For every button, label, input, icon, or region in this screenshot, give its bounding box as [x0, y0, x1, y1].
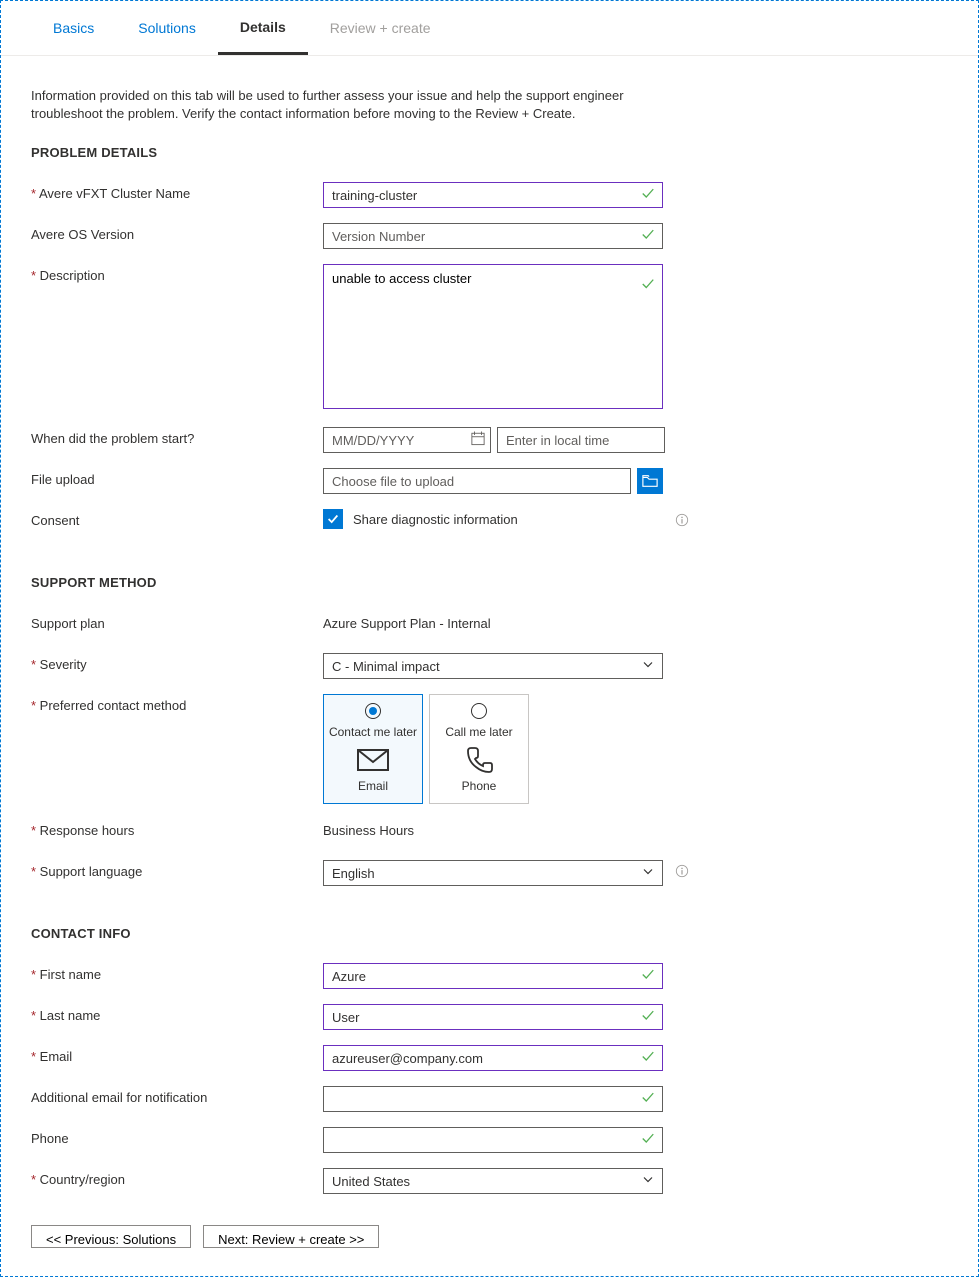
problem-details-title: PROBLEM DETAILS — [31, 145, 948, 160]
support-plan-label: Support plan — [31, 612, 323, 631]
country-select[interactable]: United States — [323, 1168, 663, 1194]
description-textarea[interactable]: unable to access cluster — [323, 264, 663, 409]
first-name-label: First name — [31, 963, 323, 982]
time-input[interactable] — [497, 427, 665, 453]
country-label: Country/region — [31, 1168, 323, 1187]
country-value: United States — [332, 1174, 410, 1189]
description-label: Description — [31, 264, 323, 283]
contact-method-phone-card[interactable]: Call me later Phone — [429, 694, 529, 804]
support-plan-value: Azure Support Plan - Internal — [323, 612, 491, 631]
support-language-value: English — [332, 866, 375, 881]
section-support-method: SUPPORT METHOD Support plan Azure Suppor… — [31, 575, 948, 886]
response-hours-value: Business Hours — [323, 819, 414, 838]
folder-icon — [642, 474, 658, 488]
support-language-label: Support language — [31, 860, 323, 879]
info-icon[interactable] — [675, 864, 689, 881]
radio-email — [365, 703, 381, 719]
intro-text: Information provided on this tab will be… — [31, 87, 631, 123]
cluster-name-label: Avere vFXT Cluster Name — [31, 182, 323, 201]
additional-email-input[interactable] — [323, 1086, 663, 1112]
preferred-contact-label: Preferred contact method — [31, 694, 323, 713]
previous-button[interactable]: << Previous: Solutions — [31, 1225, 191, 1248]
section-contact-info: CONTACT INFO First name Last name Email — [31, 926, 948, 1196]
next-button[interactable]: Next: Review + create >> — [203, 1225, 379, 1248]
severity-value: C - Minimal impact — [332, 659, 440, 674]
when-label: When did the problem start? — [31, 427, 323, 446]
severity-label: Severity — [31, 653, 323, 672]
email-icon — [328, 745, 418, 775]
file-upload-field[interactable]: Choose file to upload — [323, 468, 631, 494]
details-form-scroll[interactable]: Information provided on this tab will be… — [1, 57, 978, 1196]
contact-info-title: CONTACT INFO — [31, 926, 948, 941]
phone-icon — [434, 745, 524, 775]
card-email-top: Contact me later — [328, 725, 418, 739]
severity-select[interactable]: C - Minimal impact — [323, 653, 663, 679]
tab-details[interactable]: Details — [218, 1, 308, 55]
file-upload-label: File upload — [31, 468, 323, 487]
support-language-select[interactable]: English — [323, 860, 663, 886]
os-version-input[interactable] — [323, 223, 663, 249]
consent-label: Consent — [31, 509, 323, 528]
file-browse-button[interactable] — [637, 468, 663, 494]
os-version-label: Avere OS Version — [31, 223, 323, 242]
cluster-name-input[interactable] — [323, 182, 663, 208]
consent-text: Share diagnostic information — [353, 512, 518, 527]
email-input[interactable] — [323, 1045, 663, 1071]
phone-input[interactable] — [323, 1127, 663, 1153]
chevron-down-icon — [642, 1174, 654, 1189]
chevron-down-icon — [642, 866, 654, 881]
radio-phone — [471, 703, 487, 719]
file-placeholder: Choose file to upload — [332, 474, 454, 489]
support-method-title: SUPPORT METHOD — [31, 575, 948, 590]
date-input[interactable] — [323, 427, 491, 453]
card-phone-bot: Phone — [434, 779, 524, 793]
tab-basics[interactable]: Basics — [31, 1, 116, 55]
chevron-down-icon — [642, 659, 654, 674]
last-name-label: Last name — [31, 1004, 323, 1023]
check-icon — [326, 512, 340, 526]
support-request-panel: Basics Solutions Details Review + create… — [0, 0, 979, 1277]
card-phone-top: Call me later — [434, 725, 524, 739]
response-hours-label: Response hours — [31, 819, 323, 838]
card-email-bot: Email — [328, 779, 418, 793]
tabs-bar: Basics Solutions Details Review + create — [1, 1, 978, 56]
info-icon[interactable] — [675, 513, 689, 530]
first-name-input[interactable] — [323, 963, 663, 989]
additional-email-label: Additional email for notification — [31, 1086, 323, 1105]
section-problem-details: PROBLEM DETAILS Avere vFXT Cluster Name … — [31, 145, 948, 535]
tab-review-create[interactable]: Review + create — [308, 1, 453, 55]
email-label: Email — [31, 1045, 323, 1064]
phone-label: Phone — [31, 1127, 323, 1146]
footer-bar: << Previous: Solutions Next: Review + cr… — [1, 1196, 978, 1276]
contact-method-email-card[interactable]: Contact me later Email — [323, 694, 423, 804]
tab-solutions[interactable]: Solutions — [116, 1, 218, 55]
last-name-input[interactable] — [323, 1004, 663, 1030]
consent-checkbox[interactable] — [323, 509, 343, 529]
